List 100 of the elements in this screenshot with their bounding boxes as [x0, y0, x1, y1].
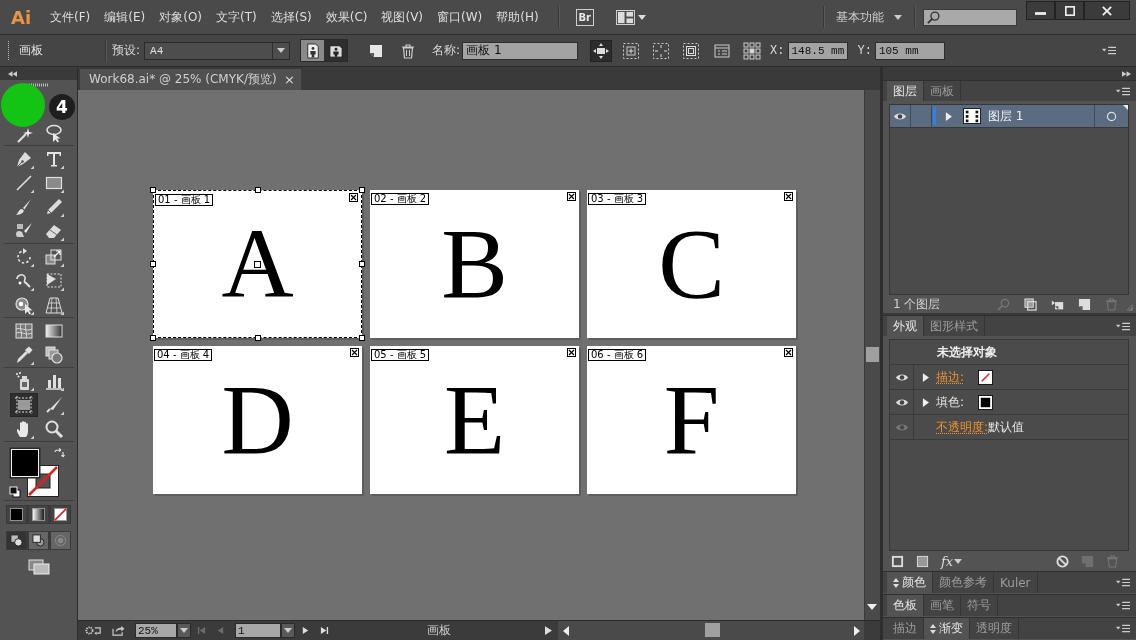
y-field[interactable]: 105 mm — [874, 41, 945, 60]
double-arrow-icon[interactable] — [1122, 70, 1131, 77]
artboard-dropdown-button[interactable] — [281, 623, 295, 638]
close-box-icon[interactable] — [567, 192, 576, 201]
expand-triangle-icon[interactable] — [945, 111, 952, 121]
menu-item[interactable]: 文字(T) — [209, 6, 264, 28]
scrollbar-thumb[interactable] — [866, 347, 879, 362]
layer-row[interactable]: 图层 1 — [890, 105, 1128, 128]
panel-tab[interactable]: 颜色 — [887, 572, 933, 593]
x-field[interactable]: 148.5 mm — [787, 41, 848, 60]
effects-button[interactable]: fx — [941, 553, 963, 569]
resize-handle[interactable] — [254, 187, 261, 193]
preset-dropdown[interactable]: A4 — [144, 41, 291, 60]
new-page-icon[interactable] — [368, 42, 385, 59]
panel-tab[interactable]: 图形样式 — [924, 316, 985, 336]
panel-tab[interactable]: 色板 — [887, 595, 924, 616]
move-toggle-button[interactable] — [590, 39, 613, 62]
artboard[interactable]: 02 - 画板 2 B — [370, 190, 579, 338]
minimize-button[interactable] — [1026, 1, 1055, 20]
search-field[interactable] — [923, 8, 1017, 26]
resize-handle[interactable] — [150, 187, 156, 193]
appearance-link[interactable]: 描边: — [936, 368, 965, 386]
resize-handle[interactable] — [359, 335, 365, 341]
new-layer-icon[interactable] — [1078, 297, 1091, 311]
resize-handle[interactable] — [359, 187, 365, 193]
panel-menu-icon[interactable] — [1116, 321, 1130, 331]
eye-icon[interactable] — [893, 111, 907, 121]
trash-icon[interactable] — [400, 42, 417, 59]
artboard[interactable]: 05 - 画板 5 E — [370, 346, 579, 494]
panel-tab[interactable]: 颜色参考 — [933, 572, 994, 593]
eye-icon[interactable] — [894, 372, 909, 382]
target-circle-icon[interactable] — [1106, 110, 1117, 122]
draw-behind-button[interactable] — [29, 532, 48, 549]
new-fill-icon[interactable] — [916, 554, 929, 568]
workspace-switcher[interactable]: 基本功能 — [836, 8, 902, 26]
expand-triangle-icon[interactable] — [922, 397, 929, 407]
panel-tab[interactable]: 外观 — [887, 316, 924, 336]
scrollbar-thumb[interactable] — [705, 623, 720, 637]
color-swatch-icon[interactable] — [978, 394, 994, 410]
menu-item[interactable]: 窗口(W) — [430, 6, 490, 28]
zoom-field[interactable]: 25% — [135, 623, 177, 638]
bridge-button[interactable]: Br — [575, 8, 594, 26]
maximize-button[interactable] — [1055, 1, 1084, 20]
clipping-mask-icon[interactable] — [1024, 297, 1037, 311]
panel-tab[interactable]: Kuler — [994, 572, 1038, 593]
double-arrow-icon[interactable] — [8, 70, 17, 77]
menu-item[interactable]: 对象(O) — [152, 6, 210, 28]
panel-tab[interactable]: 渐变 — [924, 618, 970, 639]
resize-handle[interactable] — [150, 335, 156, 341]
box-arrow-icon[interactable] — [112, 625, 125, 636]
swap-arrows-icon[interactable] — [52, 448, 65, 460]
color-mode-button[interactable] — [7, 506, 26, 523]
panel-menu-icon[interactable] — [1116, 86, 1130, 96]
scroll-right-icon[interactable] — [854, 625, 860, 636]
artboard-number-field[interactable]: 1 — [235, 623, 281, 638]
vertical-scrollbar[interactable] — [864, 90, 880, 620]
arrange-documents-button[interactable] — [615, 9, 646, 25]
screen-mode-icon[interactable] — [27, 559, 50, 575]
expand-triangle-icon[interactable] — [922, 372, 929, 382]
zoom-dropdown-button[interactable] — [177, 623, 191, 638]
panel-tab[interactable]: 透明度 — [970, 618, 1019, 639]
appearance-link[interactable]: 不透明度: — [936, 418, 989, 436]
portrait-button[interactable] — [301, 40, 325, 61]
gradient-mode-button[interactable] — [29, 506, 48, 523]
default-colors-icon[interactable] — [8, 486, 21, 498]
close-box-icon[interactable] — [567, 348, 576, 357]
landscape-button[interactable] — [324, 40, 348, 61]
eye-icon[interactable] — [894, 397, 909, 407]
document-tab[interactable]: Work68.ai* @ 25% (CMYK/预览) × — [80, 69, 301, 90]
artboard[interactable]: 01 - 画板 1 A — [153, 190, 362, 338]
no-sign-icon[interactable] — [1056, 554, 1069, 568]
close-tab-button[interactable]: × — [284, 73, 295, 86]
reference-point-icon[interactable] — [742, 40, 763, 61]
resize-handle[interactable] — [150, 261, 156, 267]
artboard[interactable]: 04 - 画板 4 D — [153, 346, 362, 494]
resize-handle[interactable] — [254, 335, 261, 341]
scroll-left-icon[interactable] — [563, 625, 569, 636]
panel-tab[interactable]: 图层 — [887, 81, 924, 101]
close-box-icon[interactable] — [349, 193, 358, 202]
fill-color-swatch[interactable] — [8, 447, 41, 479]
panel-tab[interactable]: 符号 — [961, 595, 998, 616]
panel-menu-icon[interactable] — [1102, 46, 1116, 55]
close-box-icon[interactable] — [784, 348, 793, 357]
menu-item[interactable]: 效果(C) — [318, 6, 375, 28]
triangle-right-icon[interactable] — [545, 626, 552, 635]
menu-item[interactable]: 选择(S) — [263, 6, 319, 28]
horizontal-scrollbar[interactable] — [558, 621, 864, 640]
close-box-icon[interactable] — [784, 192, 793, 201]
artboard[interactable]: 03 - 画板 3 C — [587, 190, 796, 338]
resize-handle[interactable] — [359, 261, 365, 267]
menu-item[interactable]: 视图(V) — [374, 6, 431, 28]
panel-tab[interactable]: 画笔 — [924, 595, 961, 616]
artboard[interactable]: 06 - 画板 6 F — [587, 346, 796, 494]
close-button[interactable] — [1084, 1, 1130, 20]
panel-menu-icon[interactable] — [1116, 624, 1130, 633]
name-field[interactable]: 画板 1 — [462, 41, 579, 60]
menu-item[interactable]: 帮助(H) — [489, 6, 546, 28]
menu-item[interactable]: 编辑(E) — [97, 6, 153, 28]
resize-grip-icon[interactable] — [1126, 304, 1133, 311]
artboard-options-icon[interactable] — [714, 42, 731, 59]
